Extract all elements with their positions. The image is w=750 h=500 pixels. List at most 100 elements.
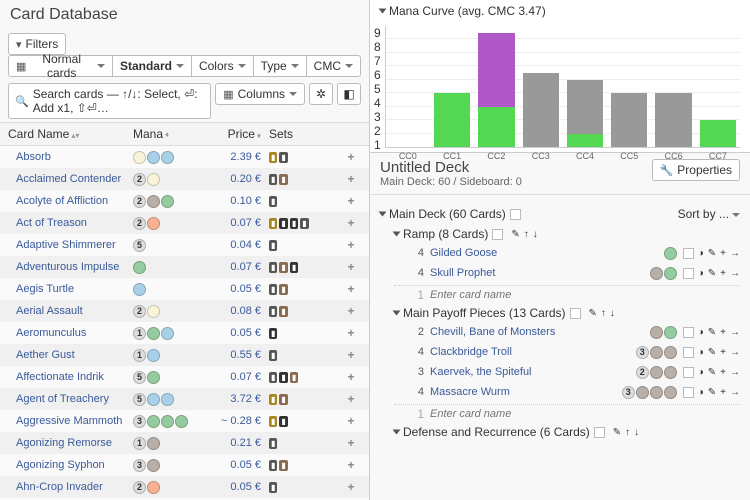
- tag-icon[interactable]: ◑: [698, 367, 704, 378]
- add-card-button[interactable]: +: [341, 172, 361, 186]
- edit-icon[interactable]: ✎: [708, 367, 716, 378]
- edit-icon[interactable]: ✎: [613, 427, 621, 438]
- edit-icon[interactable]: ✎: [708, 327, 716, 338]
- group-checkbox[interactable]: [492, 229, 503, 240]
- col-mana[interactable]: Mana♦: [133, 127, 205, 141]
- deck-card-row[interactable]: 4 Skull Prophet ◑ ✎ + →: [394, 263, 740, 283]
- card-row[interactable]: Adaptive Shimmerer 5 0.04 € ▮ +: [0, 234, 369, 256]
- card-row[interactable]: Adventurous Impulse 0.07 € ▮▮▮ +: [0, 256, 369, 278]
- up-icon[interactable]: ↑: [601, 308, 606, 319]
- add-card-button[interactable]: +: [341, 194, 361, 208]
- bar-CC1[interactable]: CC1: [434, 26, 470, 147]
- tag-icon[interactable]: ◑: [698, 347, 704, 358]
- properties-button[interactable]: 🔧 Properties: [652, 159, 740, 181]
- card-entry-input[interactable]: [430, 289, 740, 301]
- col-price[interactable]: Price♦: [205, 127, 261, 141]
- deck-card-row[interactable]: 3 Kaervek, the Spiteful 2 ◑ ✎ + →: [394, 362, 740, 382]
- add-icon[interactable]: +: [720, 327, 726, 338]
- card-row[interactable]: Act of Treason 2 0.07 € ▮▮▮▮ +: [0, 212, 369, 234]
- add-card-button[interactable]: +: [341, 150, 361, 164]
- add-icon[interactable]: +: [720, 367, 726, 378]
- cmc-button[interactable]: CMC: [306, 55, 361, 77]
- group-checkbox[interactable]: [570, 308, 581, 319]
- layout-icon-button[interactable]: ◧: [337, 83, 361, 105]
- deck-card-row[interactable]: 4 Massacre Wurm 3 ◑ ✎ + →: [394, 382, 740, 402]
- bar-CC5[interactable]: CC5: [611, 26, 647, 147]
- move-icon[interactable]: →: [730, 367, 740, 378]
- move-icon[interactable]: →: [730, 347, 740, 358]
- move-icon[interactable]: →: [730, 387, 740, 398]
- collapse-icon[interactable]: [379, 212, 387, 217]
- card-checkbox[interactable]: [683, 367, 694, 378]
- bar-CC0[interactable]: CC0: [390, 26, 426, 147]
- entry-row[interactable]: 1: [394, 285, 740, 304]
- card-checkbox[interactable]: [683, 327, 694, 338]
- bar-CC3[interactable]: CC3: [523, 26, 559, 147]
- edit-icon[interactable]: ✎: [708, 268, 716, 279]
- add-icon[interactable]: +: [720, 387, 726, 398]
- card-row[interactable]: Ahn-Crop Invader 2 0.05 € ▮ +: [0, 476, 369, 498]
- add-icon[interactable]: +: [720, 268, 726, 279]
- edit-icon[interactable]: ✎: [708, 248, 716, 259]
- group-checkbox[interactable]: [594, 427, 605, 438]
- format-button[interactable]: Standard: [112, 55, 192, 77]
- collapse-icon[interactable]: [393, 311, 401, 316]
- collapse-icon[interactable]: [393, 232, 401, 237]
- collapse-icon[interactable]: [379, 9, 387, 14]
- card-checkbox[interactable]: [683, 248, 694, 259]
- card-row[interactable]: Affectionate Indrik 5 0.07 € ▮▮▮ +: [0, 366, 369, 388]
- card-row[interactable]: Acolyte of Affliction 2 0.10 € ▮ +: [0, 190, 369, 212]
- add-icon[interactable]: +: [720, 347, 726, 358]
- add-card-button[interactable]: +: [341, 414, 361, 428]
- down-icon[interactable]: ↓: [610, 308, 615, 319]
- deck-card-row[interactable]: 4 Gilded Goose ◑ ✎ + →: [394, 243, 740, 263]
- tag-icon[interactable]: ◑: [698, 387, 704, 398]
- bar-CC6[interactable]: CC6: [655, 26, 691, 147]
- card-row[interactable]: Absorb 2.39 € ▮▮ +: [0, 146, 369, 168]
- sort-by-button[interactable]: Sort by ...: [678, 207, 740, 221]
- add-card-button[interactable]: +: [341, 326, 361, 340]
- down-icon[interactable]: ↓: [634, 427, 639, 438]
- main-deck-checkbox[interactable]: [510, 209, 521, 220]
- move-icon[interactable]: →: [730, 268, 740, 279]
- card-row[interactable]: Aeromunculus 1 0.05 € ▮ +: [0, 322, 369, 344]
- edit-icon[interactable]: ✎: [589, 308, 597, 319]
- add-card-button[interactable]: +: [341, 370, 361, 384]
- up-icon[interactable]: ↑: [625, 427, 630, 438]
- entry-row[interactable]: 1: [394, 404, 740, 423]
- card-row[interactable]: Agonizing Syphon 3 0.05 € ▮▮ +: [0, 454, 369, 476]
- card-list[interactable]: Absorb 2.39 € ▮▮ + Acclaimed Contender 2…: [0, 146, 369, 500]
- add-icon[interactable]: +: [720, 248, 726, 259]
- bar-CC7[interactable]: CC7: [700, 26, 736, 147]
- card-row[interactable]: Agent of Treachery 5 3.72 € ▮▮ +: [0, 388, 369, 410]
- card-entry-input[interactable]: [430, 408, 740, 420]
- settings-icon-button[interactable]: ✲: [309, 83, 333, 105]
- col-name[interactable]: Card Name▴▾: [8, 127, 133, 141]
- col-sets[interactable]: Sets: [261, 127, 341, 141]
- add-card-button[interactable]: +: [341, 458, 361, 472]
- deck-card-row[interactable]: 2 Chevill, Bane of Monsters ◑ ✎ + →: [394, 322, 740, 342]
- card-row[interactable]: Agonizing Remorse 1 0.21 € ▮ +: [0, 432, 369, 454]
- add-card-button[interactable]: +: [341, 304, 361, 318]
- card-checkbox[interactable]: [683, 387, 694, 398]
- edit-icon[interactable]: ✎: [511, 229, 519, 240]
- card-row[interactable]: Acclaimed Contender 2 0.20 € ▮▮ +: [0, 168, 369, 190]
- edit-icon[interactable]: ✎: [708, 387, 716, 398]
- add-card-button[interactable]: +: [341, 238, 361, 252]
- move-icon[interactable]: →: [730, 248, 740, 259]
- card-row[interactable]: Aerial Assault 2 0.08 € ▮▮ +: [0, 300, 369, 322]
- add-card-button[interactable]: +: [341, 260, 361, 274]
- columns-button[interactable]: ▦ Columns: [215, 83, 305, 105]
- deck-card-row[interactable]: 4 Clackbridge Troll 3 ◑ ✎ + →: [394, 342, 740, 362]
- tag-icon[interactable]: ◑: [698, 248, 704, 259]
- card-row[interactable]: Aether Gust 1 0.55 € ▮ +: [0, 344, 369, 366]
- type-button[interactable]: Type: [253, 55, 307, 77]
- collapse-icon[interactable]: [393, 430, 401, 435]
- card-row[interactable]: Aegis Turtle 0.05 € ▮▮ +: [0, 278, 369, 300]
- card-checkbox[interactable]: [683, 268, 694, 279]
- colors-button[interactable]: Colors: [191, 55, 254, 77]
- add-card-button[interactable]: +: [341, 436, 361, 450]
- search-input[interactable]: 🔍 Search cards — ↑/↓: Select, ⏎: Add x1,…: [8, 83, 211, 119]
- add-card-button[interactable]: +: [341, 480, 361, 494]
- bar-CC4[interactable]: CC4: [567, 26, 603, 147]
